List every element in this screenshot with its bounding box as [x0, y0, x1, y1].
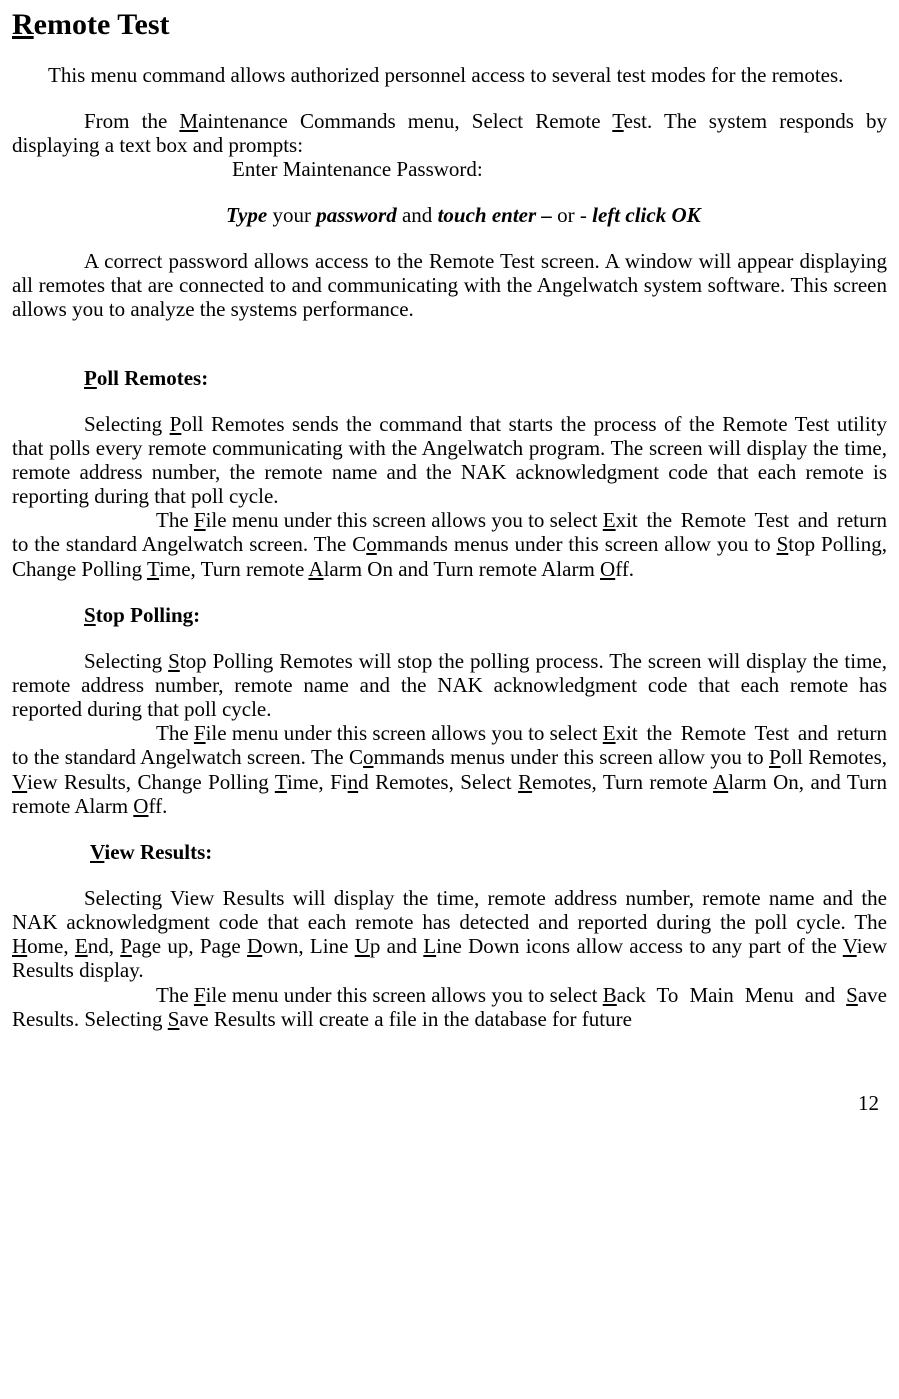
- title-rest: emote Test: [34, 8, 170, 41]
- poll-remotes-heading: Poll Remotes:: [84, 366, 887, 390]
- from-paragraph: From the Maintenance Commands menu, Sele…: [12, 109, 887, 157]
- page-number: 12: [12, 1091, 887, 1115]
- intro-paragraph: This menu command allows authorized pers…: [12, 63, 887, 87]
- stop-polling-section: Selecting Stop Polling Remotes will stop…: [12, 649, 887, 818]
- view-results-section: Selecting View Results will display the …: [12, 886, 887, 1031]
- page-title: Remote Test: [12, 8, 887, 43]
- password-instruction: Type your password and touch enter – or …: [226, 203, 887, 227]
- password-prompt: Enter Maintenance Password:: [232, 157, 887, 181]
- poll-remotes-section: Selecting Poll Remotes sends the command…: [12, 412, 887, 581]
- title-underline-char: R: [12, 8, 34, 41]
- view-results-heading: View Results:: [90, 840, 887, 864]
- stop-polling-heading: Stop Polling:: [84, 603, 887, 627]
- correct-password-paragraph: A correct password allows access to the …: [12, 249, 887, 321]
